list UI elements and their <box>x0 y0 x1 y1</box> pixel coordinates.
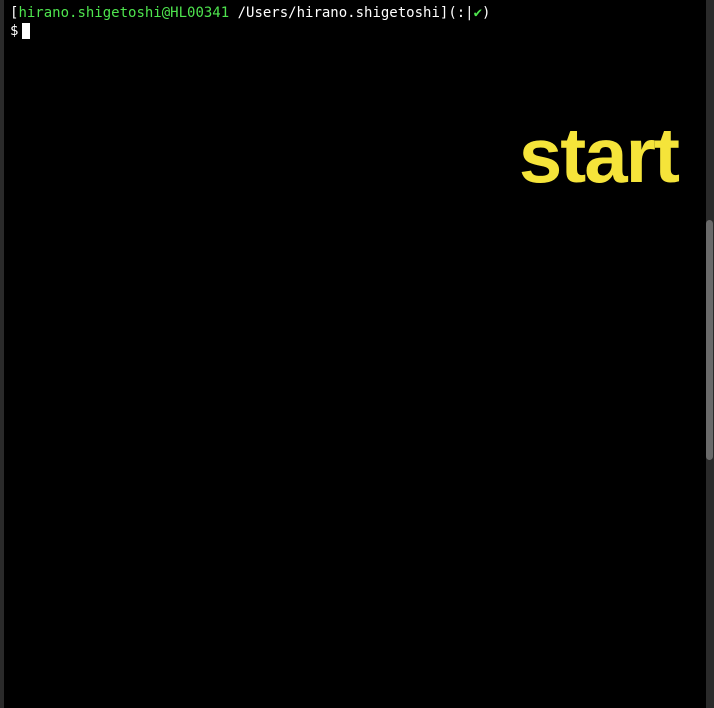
user-host: hirano.shigetoshi@HL00341 <box>18 5 229 21</box>
prompt-symbol: $ <box>10 22 18 40</box>
paren-close: ) <box>482 5 490 21</box>
command-input-line[interactable]: $ <box>10 22 700 40</box>
prompt-line: [hirano.shigetoshi@HL00341 /Users/hirano… <box>10 4 700 22</box>
checkmark-icon: ✔ <box>474 5 482 21</box>
cursor-icon <box>22 23 30 39</box>
overlay-label: start <box>519 110 678 201</box>
paren-open: ( <box>448 5 456 21</box>
git-status: :| <box>457 5 474 21</box>
terminal-window[interactable]: [hirano.shigetoshi@HL00341 /Users/hirano… <box>4 0 706 708</box>
scrollbar-thumb[interactable] <box>706 220 713 460</box>
current-path: /Users/hirano.shigetoshi <box>229 5 440 21</box>
